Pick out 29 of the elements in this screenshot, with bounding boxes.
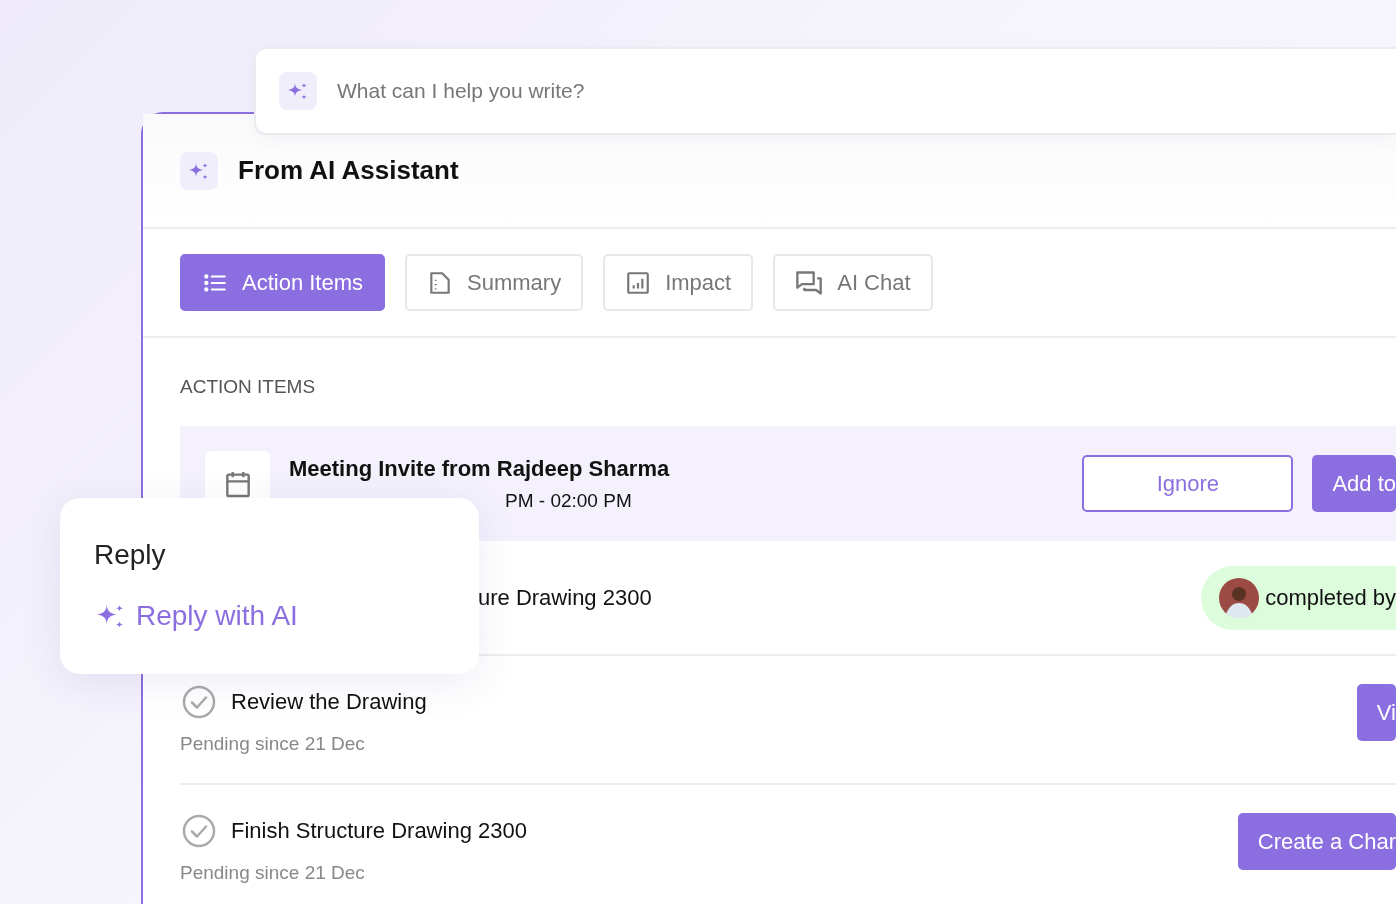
chart-icon <box>625 269 652 296</box>
prompt-input[interactable]: What can I help you write? <box>335 78 1396 104</box>
task-title: Review the Drawing <box>231 688 427 715</box>
prompt-field[interactable]: What can I help you write? <box>254 47 1396 135</box>
panel-title: From AI Assistant <box>238 155 459 186</box>
check-circle-icon <box>182 684 216 719</box>
meeting-time: PM - 02:00 PM <box>505 489 633 512</box>
tab[interactable]: Impact <box>603 254 754 311</box>
action-button[interactable]: Add to <box>1312 455 1396 512</box>
check-circle-icon <box>182 813 216 848</box>
sparkle-icon <box>180 151 218 190</box>
action-button[interactable]: Vi <box>1356 684 1396 741</box>
menu-item[interactable]: Reply with AI <box>136 600 298 632</box>
tab[interactable]: Action Items <box>180 254 386 311</box>
task-title: ure Drawing 2300 <box>478 584 652 611</box>
task-status: Pending since 21 Dec <box>180 732 366 755</box>
section-heading: ACTION ITEMS <box>180 375 317 399</box>
avatar-icon <box>1219 577 1260 618</box>
tab[interactable]: AI Chat <box>773 254 933 311</box>
meeting-title: Meeting Invite from Rajdeep Sharma <box>289 455 670 482</box>
task-status: Pending since 21 Dec <box>180 861 366 884</box>
menu-item[interactable]: Reply <box>94 539 166 571</box>
sparkle-icon <box>279 72 317 110</box>
task-title: Finish Structure Drawing 2300 <box>231 817 527 844</box>
chat-icon <box>795 268 824 297</box>
action-button[interactable]: Create a Char <box>1237 813 1396 870</box>
status-pill: completed by <box>1201 565 1396 630</box>
tab[interactable]: Summary <box>405 254 584 311</box>
ignore-button[interactable]: Ignore <box>1082 455 1294 512</box>
